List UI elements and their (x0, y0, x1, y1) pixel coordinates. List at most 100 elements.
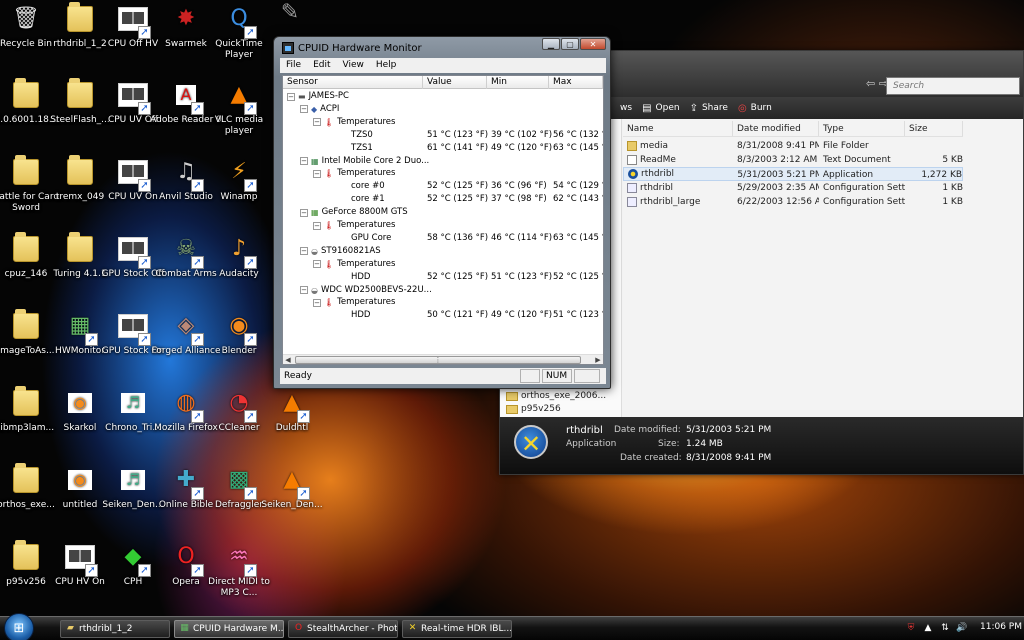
file-date: 6/22/2003 12:56 AM (733, 195, 819, 209)
taskbar-button-label: StealthArcher - Phot... (307, 624, 398, 634)
desktop-icon-audacity[interactable]: ♪ Audacity (203, 230, 275, 302)
nav-pane-item[interactable]: orthos_exe_2006... (506, 391, 606, 401)
explorer-search-input[interactable]: Search (886, 77, 1020, 95)
sensor-label: − 🌡 Temperatures (313, 167, 395, 180)
desktop-icon-vlc-media-player[interactable]: ▲ VLC media player (203, 76, 275, 148)
open-icon: ▤ (642, 102, 652, 114)
tree-collapse-icon[interactable]: − (300, 105, 308, 114)
tray-network-icon[interactable]: ⇅ (938, 621, 952, 635)
desktop-icon-seiken-den[interactable]: ▲ Seiken_Den... (256, 461, 328, 533)
quicktime-icon-glyph: Q (230, 6, 248, 31)
sensor-row[interactable]: TZS1 61 °C (141 °F) 49 °C (120 °F) 63 °C (1… (283, 142, 603, 155)
toolbar-open-button[interactable]: ▤ Open (642, 103, 680, 114)
minimize-icon[interactable]: ▁ (542, 38, 560, 50)
column-header-name[interactable]: Name (623, 121, 733, 136)
toolbar-burn-button[interactable]: ◎ Burn (738, 103, 772, 114)
sensor-row[interactable]: HDD 52 °C (125 °F) 51 °C (123 °F) 52 °C (12… (283, 271, 603, 284)
scrollbar-thumb[interactable]: ⋮ (295, 356, 581, 364)
toolbar-ws-button[interactable]: ws (620, 103, 632, 113)
menu-help[interactable]: Help (370, 58, 403, 73)
sensor-row[interactable]: − ◒ WDC WD2500BEVS-22U... (283, 284, 603, 297)
menu-view[interactable]: View (337, 58, 370, 73)
desktop-icon-direct-midi-to-mp3-c[interactable]: ♒ Direct MIDI to MP3 C... (203, 538, 275, 610)
start-button[interactable]: ⊞ (4, 613, 34, 640)
folder-icon (63, 2, 97, 36)
hwmonitor-title: CPUID Hardware Monitor (298, 42, 422, 54)
nav-pane-item[interactable]: p95v256 (506, 404, 561, 414)
tree-collapse-icon[interactable]: − (300, 286, 308, 294)
sensor-row[interactable]: − ▬ JAMES-PC (283, 90, 603, 103)
sensor-tree[interactable]: Sensor Value Min Max − ▬ JAMES-PC − ◆ ACPI − 🌡 Temp… (282, 75, 604, 365)
folder-shape (67, 232, 93, 262)
sensor-row[interactable]: − 🌡 Temperatures (283, 258, 603, 271)
tree-collapse-icon[interactable]: − (300, 247, 308, 256)
tree-collapse-icon[interactable]: − (300, 208, 308, 217)
sensor-value: 52 °C (125 °F) (427, 271, 489, 282)
clock[interactable]: 11:06 PM (980, 622, 1022, 632)
desktop-icon-label: Duldhtl (275, 423, 309, 433)
tray-shield-icon[interactable]: ⛨ (904, 621, 918, 635)
toolbar-share-button[interactable]: ⇪ Share (690, 103, 728, 114)
folder-icon (506, 404, 518, 414)
sensor-row[interactable]: core #0 52 °C (125 °F) 36 °C (96 °F) 54 °C … (283, 180, 603, 193)
taskbar-button[interactable]: ✕ Real-time HDR IBL... (402, 620, 512, 638)
sensor-row[interactable]: − ▦ GeForce 8800M GTS (283, 206, 603, 219)
scroll-left-icon[interactable]: ◀ (283, 355, 293, 364)
menu-file[interactable]: File (280, 58, 307, 73)
sensor-row[interactable]: − 🌡 Temperatures (283, 219, 603, 232)
hwmonitor-icon: ▦ (63, 309, 98, 346)
tree-collapse-icon[interactable]: − (287, 92, 295, 101)
tree-collapse-icon[interactable]: − (313, 260, 321, 269)
file-row[interactable]: ReadMe 8/3/2003 2:12 AM Text Document 5 KB (623, 153, 963, 167)
sensor-row[interactable]: − 🌡 Temperatures (283, 296, 603, 309)
sensor-row[interactable]: HDD 50 °C (121 °F) 49 °C (120 °F) 51 °C (12… (283, 309, 603, 322)
column-header-max[interactable]: Max (549, 76, 603, 89)
toolbar-label: Open (655, 103, 680, 113)
column-header-size[interactable]: Size (905, 121, 963, 136)
adobe-reader-icon-glyph: A (175, 85, 197, 105)
close-icon[interactable]: ✕ (580, 38, 606, 50)
sensor-row[interactable]: − ◆ ACPI (283, 103, 603, 116)
sensor-row[interactable]: − ◒ ST9160821AS (283, 245, 603, 258)
file-row[interactable]: rthdribl 5/31/2003 5:21 PM Application 1,27… (623, 167, 963, 181)
file-row[interactable]: media 8/31/2008 9:41 PM File Folder (623, 139, 963, 153)
sensor-row[interactable]: core #1 52 °C (125 °F) 37 °C (98 °F) 62 °C … (283, 193, 603, 206)
tray-arrow-icon[interactable]: ▲ (921, 621, 935, 635)
explorer-details-pane: ✕ rthdribl Application Date modified: 5/… (500, 417, 1023, 474)
desktop-icon-duldhtl[interactable]: ▲ Duldhtl (256, 384, 328, 456)
tree-collapse-icon[interactable]: − (313, 221, 321, 230)
toolbar-label: Share (701, 103, 728, 113)
file-row[interactable]: rthdribl_large 6/22/2003 12:56 AM Configur… (623, 195, 963, 209)
sensor-row[interactable]: − 🌡 Temperatures (283, 167, 603, 180)
scroll-right-icon[interactable]: ▶ (593, 355, 603, 364)
desktop-icon-blender[interactable]: ◉ Blender (203, 307, 275, 379)
taskbar-button[interactable]: ▦ CPUID Hardware M... (174, 620, 284, 638)
taskbar-button[interactable]: ▰ rthdribl_1_2 (60, 620, 170, 638)
folder-shape (67, 155, 93, 185)
hwmonitor-window[interactable]: CPUID Hardware Monitor ▁ ▢ ✕ File Edit Vie… (273, 36, 611, 389)
desktop-icon-winamp[interactable]: ⚡ Winamp (203, 153, 275, 225)
tree-collapse-icon[interactable]: − (313, 169, 321, 178)
mp3-file-icon: ♬ (116, 386, 150, 420)
tree-collapse-icon[interactable]: − (313, 298, 321, 307)
column-header-sensor[interactable]: Sensor (283, 76, 423, 89)
tree-collapse-icon[interactable]: − (313, 118, 321, 127)
column-header-value[interactable]: Value (423, 76, 487, 89)
sensor-row[interactable]: TZS0 51 °C (123 °F) 39 °C (102 °F) 56 °C (1… (283, 129, 603, 142)
column-header-date-modified[interactable]: Date modified (733, 121, 819, 136)
column-header-type[interactable]: Type (819, 121, 905, 136)
maximize-icon[interactable]: ▢ (561, 38, 579, 50)
file-row[interactable]: rthdribl 5/29/2003 2:35 AM Configuration S… (623, 181, 963, 195)
hwmonitor-title-bar[interactable]: CPUID Hardware Monitor (282, 42, 422, 54)
sensor-row[interactable]: GPU Core 58 °C (136 °F) 46 °C (114 °F) 63 °… (283, 232, 603, 245)
menu-edit[interactable]: Edit (307, 58, 336, 73)
sensor-name: HDD (351, 310, 371, 321)
column-header-min[interactable]: Min (487, 76, 549, 89)
sensor-row[interactable]: − 🌡 Temperatures (283, 116, 603, 129)
tray-volume-icon[interactable]: 🔊 (955, 621, 969, 635)
desktop-icon-label: VLC media player (214, 115, 264, 136)
taskbar-button[interactable]: O StealthArcher - Phot... (288, 620, 398, 638)
sensor-row[interactable]: − ▦ Intel Mobile Core 2 Duo... (283, 155, 603, 168)
horizontal-scrollbar[interactable]: ◀ ⋮ ▶ (283, 354, 603, 364)
tree-collapse-icon[interactable]: − (300, 157, 308, 165)
